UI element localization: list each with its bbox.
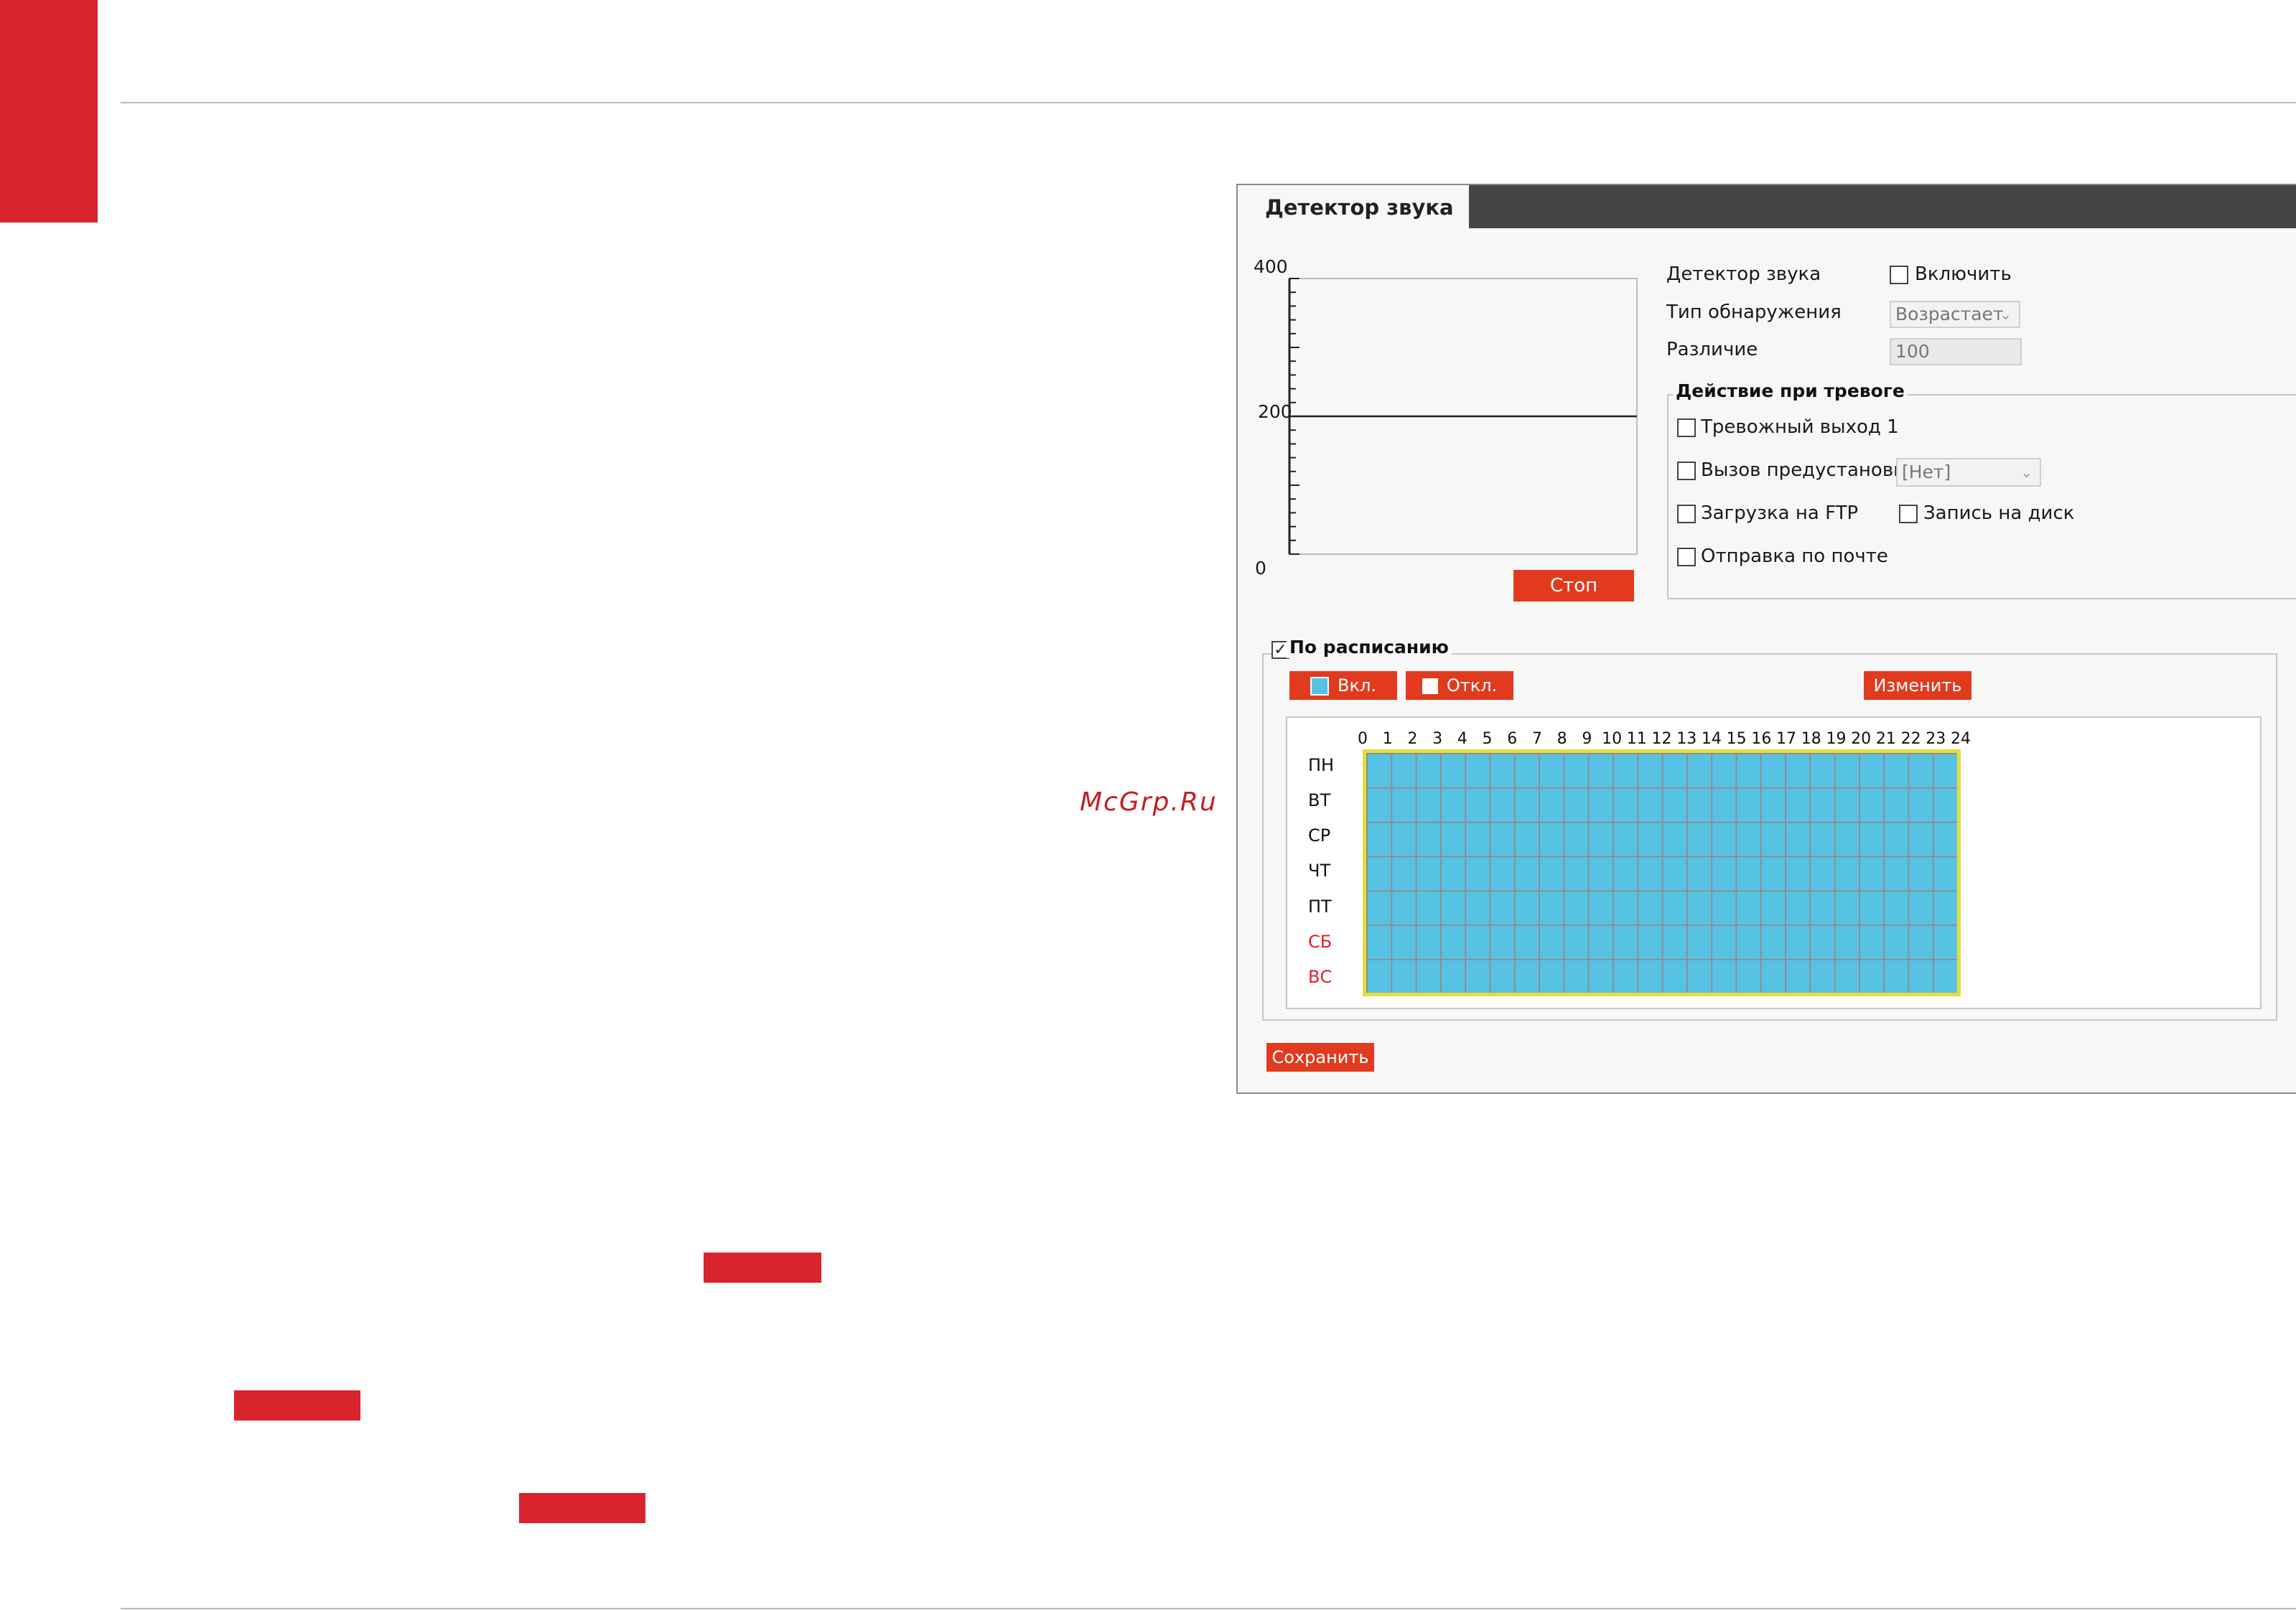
alarm-output-checkbox[interactable] [1677, 418, 1696, 437]
stop-button[interactable]: Стоп [1513, 570, 1634, 602]
email-label: Отправка по почте [1701, 546, 1888, 567]
detection-type-value: Возрастает [1895, 304, 2004, 324]
email-checkbox[interactable] [1677, 548, 1696, 566]
chevron-down-icon: ⌄ [2020, 464, 2033, 481]
enable-checkbox[interactable] [1890, 266, 1908, 284]
watermark: McGrp.Ru [1080, 787, 1218, 817]
y-tick-label-top: 400 [1254, 256, 1288, 277]
off-mode-label: Откл. [1446, 675, 1498, 696]
day-label: ВС [1308, 966, 1333, 987]
difference-input[interactable]: 100 [1890, 338, 2022, 365]
detection-type-select[interactable]: Возрастает ⌄ [1890, 301, 2020, 328]
day-label: СР [1308, 825, 1331, 846]
redacted-bar-2 [234, 1390, 360, 1421]
edit-schedule-button[interactable]: Изменить [1864, 671, 1971, 700]
redacted-bar-1 [704, 1253, 821, 1283]
chevron-down-icon: ⌄ [1999, 306, 2012, 323]
day-label: ПН [1308, 755, 1335, 775]
schedule-grid[interactable] [1363, 749, 1961, 996]
day-label: ВТ [1308, 790, 1331, 811]
detection-type-label: Тип обнаружения [1666, 301, 1842, 323]
ftp-upload-label: Загрузка на FTP [1701, 502, 1859, 524]
corner-red-block [0, 0, 98, 223]
disk-record-label: Запись на диск [1923, 502, 2075, 524]
off-mode-button[interactable]: Откл. [1406, 671, 1513, 700]
schedule-title: По расписанию [1287, 637, 1452, 658]
day-label: СБ [1308, 931, 1333, 952]
off-color-swatch [1422, 678, 1438, 694]
tab-sound-detector[interactable]: Детектор звука [1238, 185, 1469, 230]
detector-label: Детектор звука [1666, 263, 1821, 285]
on-color-swatch [1310, 677, 1330, 696]
y-tick-label-mid: 200 [1258, 401, 1292, 422]
preset-call-label: Вызов предустановки [1701, 459, 1917, 481]
day-label: ЧТ [1308, 861, 1331, 881]
disk-record-checkbox[interactable] [1899, 505, 1918, 523]
difference-label: Различие [1666, 339, 1758, 360]
on-mode-label: Вкл. [1338, 675, 1376, 696]
top-divider [121, 102, 2296, 103]
enable-label: Включить [1915, 263, 2012, 285]
y-tick-label-bottom: 0 [1255, 558, 1266, 579]
preset-value: [Нет] [1902, 462, 1951, 482]
day-label: ПТ [1308, 896, 1332, 917]
redacted-bar-3 [519, 1493, 645, 1523]
alarm-actions-title: Действие при тревоге [1673, 380, 1908, 402]
save-button[interactable]: Сохранить [1266, 1043, 1374, 1072]
preset-select[interactable]: [Нет] ⌄ [1896, 458, 2041, 487]
hour-label: 24 [1951, 730, 1971, 748]
alarm-output-label: Тревожный выход 1 [1701, 416, 1899, 438]
on-mode-button[interactable]: Вкл. [1289, 671, 1397, 700]
ftp-upload-checkbox[interactable] [1677, 505, 1696, 523]
preset-call-checkbox[interactable] [1677, 462, 1696, 480]
bottom-divider [121, 1608, 2296, 1609]
